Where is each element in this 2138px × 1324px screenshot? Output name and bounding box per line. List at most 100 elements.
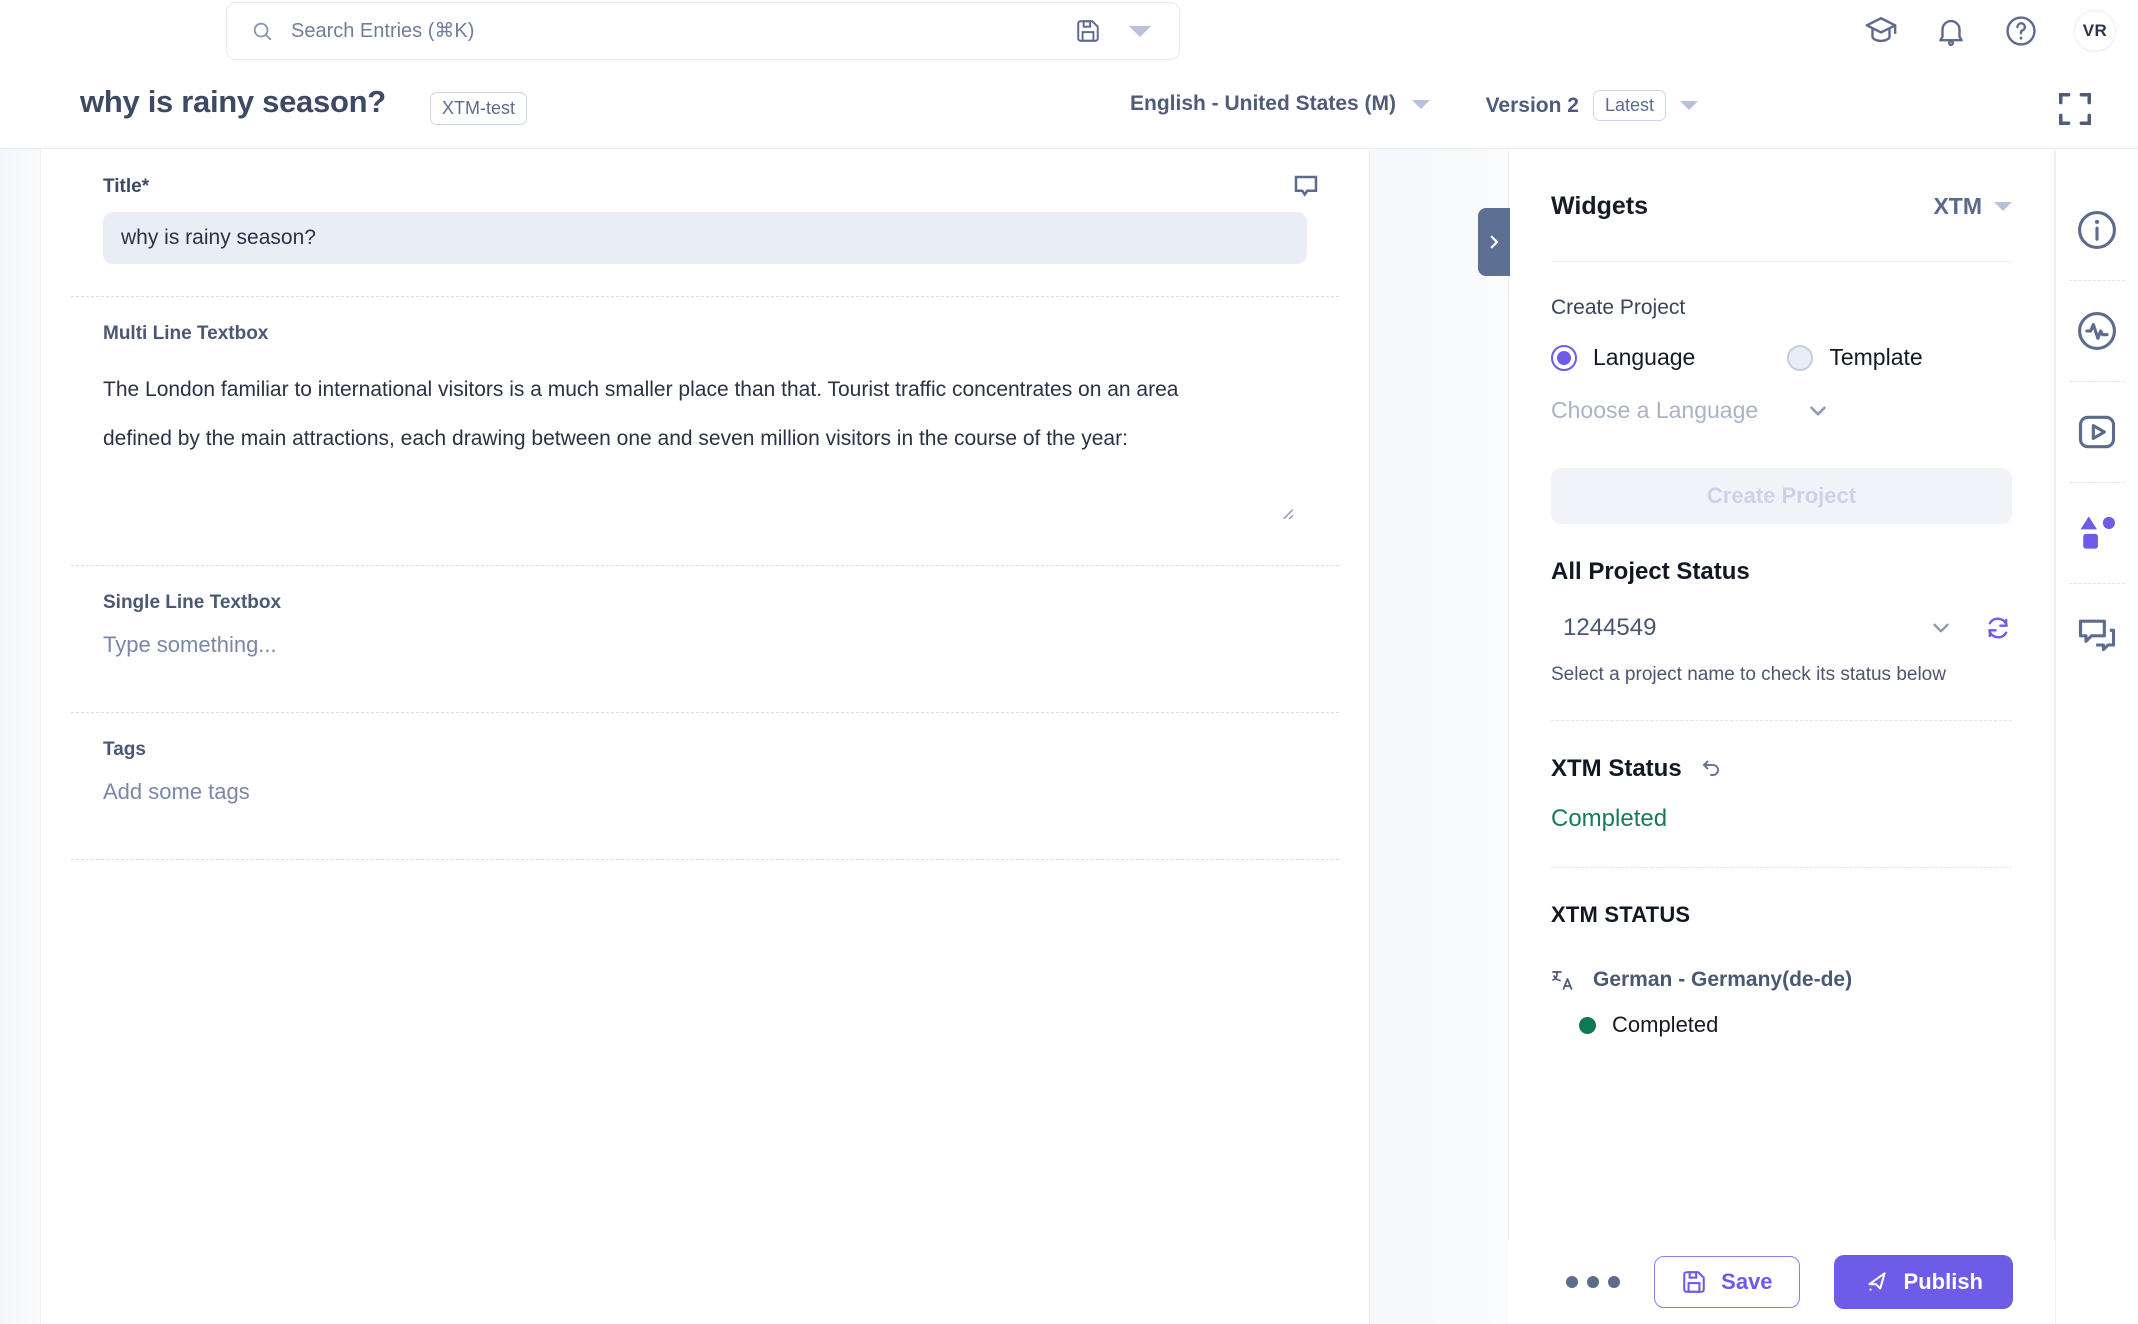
top-bar: VR <box>0 0 2138 62</box>
widgets-shapes-icon[interactable] <box>2075 511 2119 555</box>
project-status-hint: Select a project name to check its statu… <box>1551 664 1946 685</box>
xtm-status-list-heading: XTM STATUS <box>1551 902 1691 927</box>
xtm-status-section: XTM Status Completed <box>1509 755 2054 833</box>
title-input[interactable]: why is rainy season? <box>103 212 1307 264</box>
caret-down-icon[interactable] <box>1129 25 1151 37</box>
chevron-down-icon <box>1412 99 1430 109</box>
search-bar[interactable] <box>226 2 1180 60</box>
chevron-down-icon[interactable] <box>1928 615 1954 641</box>
bell-icon[interactable] <box>1934 14 1968 48</box>
version-selector[interactable]: Version 2 Latest <box>1486 90 1698 121</box>
version-label: Version 2 <box>1485 93 1579 117</box>
list-item: German - Germany(de-de) <box>1551 968 2012 992</box>
chevron-right-icon <box>1490 235 1499 249</box>
refresh-icon[interactable] <box>1984 614 2012 642</box>
comment-bubble-icon[interactable] <box>1291 172 1321 202</box>
field-tags-label: Tags <box>103 739 146 760</box>
rail-divider <box>2069 482 2125 483</box>
field-multiline-label: Multi Line Textbox <box>103 323 269 344</box>
radio-language[interactable]: Language <box>1551 344 1695 371</box>
radio-template-indicator <box>1787 344 1814 371</box>
floppy-disk-icon[interactable] <box>1075 18 1101 44</box>
publish-button-label: Publish <box>1903 1269 1983 1294</box>
multiline-line-2: defined by the main attractions, each dr… <box>103 427 1128 450</box>
multiline-textarea[interactable]: The London familiar to international vis… <box>71 359 1339 529</box>
radio-template[interactable]: Template <box>1787 344 1923 371</box>
widgets-panel-title: Widgets <box>1551 192 1648 220</box>
page-title: why is rainy season? <box>80 84 386 119</box>
version-latest-pill: Latest <box>1592 90 1666 121</box>
dot <box>1608 1276 1621 1288</box>
publish-button[interactable]: Publish <box>1833 1255 2013 1309</box>
right-gutter <box>1371 150 1508 1324</box>
widgets-header-divider <box>1551 261 2012 262</box>
info-icon[interactable] <box>2075 208 2119 252</box>
widgets-panel: Widgets XTM Create Project Language Temp… <box>1508 150 2055 1324</box>
xtm-status-header: XTM Status <box>1551 755 2012 783</box>
project-id-value: 1244549 <box>1563 614 1657 641</box>
resize-handle-icon[interactable] <box>1277 503 1295 521</box>
create-project-button[interactable]: Create Project <box>1551 468 2012 524</box>
xtm-status-list-section: XTM STATUS German - Germany(de-de) Compl… <box>1509 902 2054 1038</box>
field-divider <box>71 859 1339 860</box>
entry-form-panel: Title* why is rainy season? Multi Line T… <box>40 150 1370 1324</box>
create-project-label: Create Project <box>1551 296 1686 319</box>
choose-language-dropdown[interactable]: Choose a Language <box>1551 397 1831 424</box>
create-project-mode-radios: Language Template <box>1551 344 2012 371</box>
rail-divider <box>2069 381 2125 382</box>
entry-title-bar: why is rainy season? XTM-test English - … <box>0 62 2138 149</box>
list-item-status: Completed <box>1551 1012 2012 1038</box>
action-bar: Save Publish <box>1508 1240 2055 1324</box>
status-dot <box>1579 1016 1596 1034</box>
xtm-status-value: Completed <box>1551 805 1668 832</box>
rocket-icon <box>1867 1272 1886 1291</box>
entry-type-badge: XTM-test <box>430 92 528 125</box>
project-select-row[interactable]: 1244549 <box>1551 614 2012 642</box>
dot <box>1566 1276 1579 1288</box>
topbar-actions: VR <box>1864 0 2116 62</box>
undo-arrow-icon[interactable] <box>1700 757 1724 781</box>
field-singleline-label: Single Line Textbox <box>103 592 282 613</box>
multiline-line-1: The London familiar to international vis… <box>103 378 1179 401</box>
app-root: VR why is rainy season? XTM-test English… <box>0 0 2138 1324</box>
right-icon-rail <box>2055 150 2138 1324</box>
graduation-cap-icon[interactable] <box>1864 14 1898 48</box>
search-input[interactable] <box>291 19 1075 43</box>
activity-pulse-icon[interactable] <box>2075 309 2119 353</box>
floppy-disk-icon <box>1683 1271 1705 1293</box>
field-title-label: Title* <box>103 176 150 197</box>
rail-divider <box>2069 583 2125 584</box>
play-video-icon[interactable] <box>2075 410 2119 454</box>
status-badge: Completed <box>1612 1012 1719 1037</box>
singleline-input[interactable]: Type something... <box>71 628 1339 658</box>
panel-collapse-toggle[interactable] <box>1478 208 1510 276</box>
save-button-label: Save <box>1721 1269 1773 1294</box>
avatar[interactable]: VR <box>2074 10 2116 52</box>
chat-bubbles-icon[interactable] <box>2075 612 2119 656</box>
widgets-source-selector[interactable]: XTM <box>1933 193 2012 220</box>
save-button[interactable]: Save <box>1654 1256 1800 1308</box>
choose-language-value: Choose a Language <box>1551 397 1759 423</box>
status-list-divider <box>1551 867 2012 868</box>
chevron-down-icon <box>1680 101 1698 110</box>
chevron-down-icon <box>1994 202 2012 211</box>
all-project-status-section: All Project Status 1244549 Select a proj… <box>1509 558 2054 686</box>
translate-icon <box>1552 971 1573 990</box>
left-gutter <box>0 150 40 1324</box>
field-multiline-textbox: Multi Line Textbox The London familiar t… <box>41 297 1369 565</box>
create-project-section: Create Project Language Template Choose … <box>1509 296 2054 524</box>
field-singleline-textbox: Single Line Textbox Type something... <box>41 566 1369 712</box>
language-selector[interactable]: English - United States (M) <box>1130 92 1430 116</box>
widgets-source-label: XTM <box>1933 193 1982 219</box>
field-tags: Tags Add some tags <box>41 713 1369 859</box>
widgets-panel-header: Widgets XTM <box>1509 150 2054 221</box>
status-divider <box>1551 720 2012 721</box>
fullscreen-icon[interactable] <box>2056 90 2094 128</box>
tags-input[interactable]: Add some tags <box>71 775 1339 805</box>
language-selector-label: English - United States (M) <box>1129 92 1396 115</box>
radio-language-indicator <box>1551 344 1577 371</box>
search-icon <box>253 22 272 41</box>
help-circle-icon[interactable] <box>2004 14 2038 48</box>
more-options-button[interactable] <box>1566 1276 1621 1288</box>
list-item-language: German - Germany(de-de) <box>1593 968 1853 991</box>
